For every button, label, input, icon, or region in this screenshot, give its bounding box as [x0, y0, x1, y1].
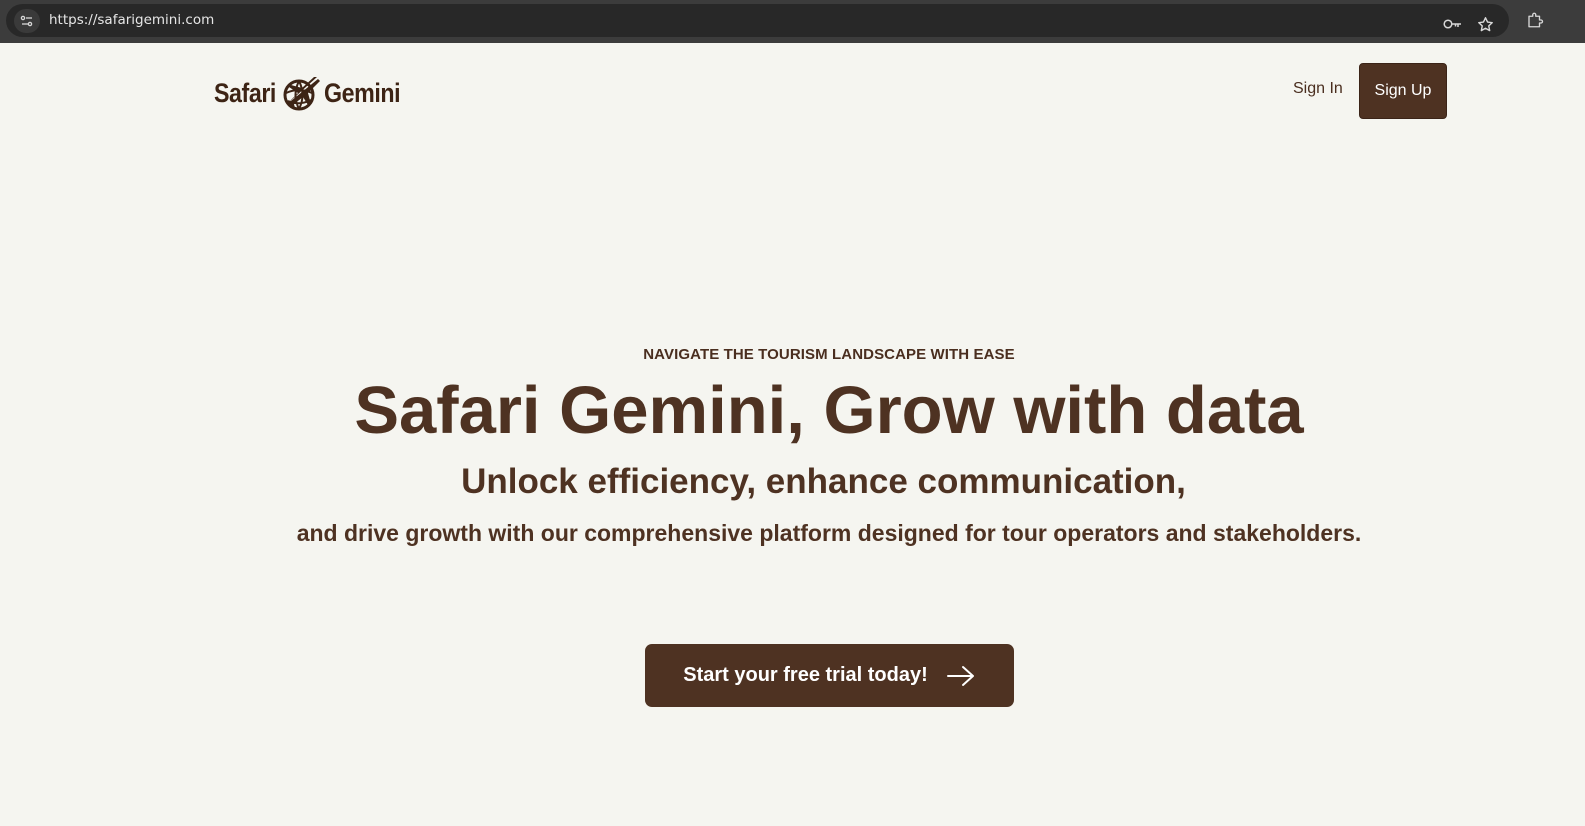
- sign-up-button[interactable]: Sign Up: [1359, 63, 1447, 119]
- page-content: Safari Gemini Sign In Sign Up NAVIGATE T…: [0, 43, 1585, 826]
- hero-headline: Safari Gemini, Grow with data: [354, 373, 1304, 448]
- star-icon[interactable]: [1474, 13, 1496, 35]
- browser-toolbar: https://safarigemini.com: [0, 0, 1585, 43]
- hero-subtext: and drive growth with our comprehensive …: [296, 520, 1362, 546]
- site-info-icon[interactable]: [14, 9, 40, 33]
- globe-plane-icon: [283, 77, 320, 111]
- cta-label: Start your free trial today!: [683, 664, 928, 686]
- logo-text-right: Gemini: [324, 77, 401, 108]
- sign-in-link[interactable]: Sign In: [1293, 80, 1343, 98]
- site-logo[interactable]: Safari Gemini: [214, 73, 413, 113]
- hero-subhead: Unlock efficiency, enhance communication…: [461, 462, 1186, 501]
- key-icon[interactable]: [1442, 13, 1464, 35]
- hero-eyebrow: NAVIGATE THE TOURISM LANDSCAPE WITH EASE: [643, 346, 1015, 363]
- start-free-trial-button[interactable]: Start your free trial today!: [645, 644, 1014, 707]
- extensions-icon[interactable]: [1524, 9, 1546, 31]
- url-text[interactable]: https://safarigemini.com: [49, 12, 214, 28]
- logo-text-left: Safari: [214, 77, 276, 108]
- address-bar[interactable]: https://safarigemini.com: [6, 4, 1509, 37]
- arrow-right-icon: [946, 665, 974, 686]
